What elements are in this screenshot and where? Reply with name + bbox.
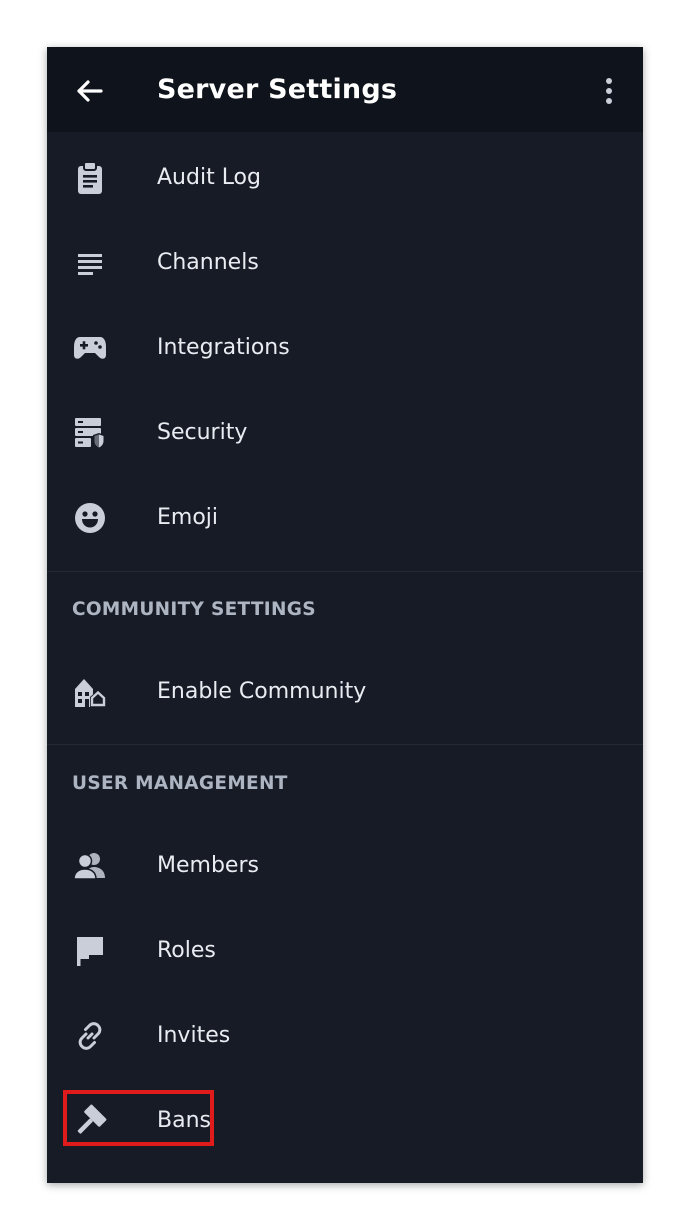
- page-title: Server Settings: [157, 74, 398, 105]
- settings-screen: Server Settings Audit Log Channels Integ…: [47, 47, 643, 1183]
- highlight-box: [63, 1090, 214, 1146]
- settings-item-roles[interactable]: Roles: [47, 908, 643, 993]
- settings-item-channels[interactable]: Channels: [47, 220, 643, 305]
- settings-item-label: Invites: [157, 1023, 231, 1048]
- more-options-button[interactable]: [597, 73, 621, 109]
- section-divider: [47, 744, 643, 745]
- settings-item-label: Audit Log: [157, 165, 261, 190]
- settings-item-label: Roles: [157, 938, 216, 963]
- section-header-user-management: USER MANAGEMENT: [72, 773, 288, 794]
- settings-item-members[interactable]: Members: [47, 823, 643, 908]
- settings-item-security[interactable]: Security: [47, 390, 643, 475]
- settings-item-label: Security: [157, 420, 248, 445]
- settings-item-invites[interactable]: Invites: [47, 993, 643, 1078]
- smiley-icon: [71, 499, 109, 537]
- back-button[interactable]: [71, 73, 107, 109]
- community-houses-icon: [71, 673, 109, 711]
- server-shield-icon: [71, 414, 109, 452]
- arrow-left-icon: [75, 79, 103, 103]
- settings-item-label: Channels: [157, 250, 259, 275]
- section-divider: [47, 571, 643, 572]
- flag-icon: [71, 932, 109, 970]
- settings-item-audit-log[interactable]: Audit Log: [47, 135, 643, 220]
- top-bar: Server Settings: [47, 47, 643, 132]
- settings-item-emoji[interactable]: Emoji: [47, 475, 643, 560]
- settings-item-label: Emoji: [157, 505, 219, 530]
- settings-item-label: Integrations: [157, 335, 290, 360]
- settings-item-integrations[interactable]: Integrations: [47, 305, 643, 390]
- people-icon: [71, 847, 109, 885]
- gamepad-icon: [71, 329, 109, 367]
- section-header-community: COMMUNITY SETTINGS: [72, 599, 316, 620]
- more-vertical-icon: [605, 77, 613, 105]
- settings-item-label: Enable Community: [157, 679, 367, 704]
- link-icon: [71, 1017, 109, 1055]
- settings-item-enable-community[interactable]: Enable Community: [47, 649, 643, 734]
- clipboard-icon: [71, 159, 109, 197]
- list-lines-icon: [71, 244, 109, 282]
- settings-item-label: Members: [157, 853, 259, 878]
